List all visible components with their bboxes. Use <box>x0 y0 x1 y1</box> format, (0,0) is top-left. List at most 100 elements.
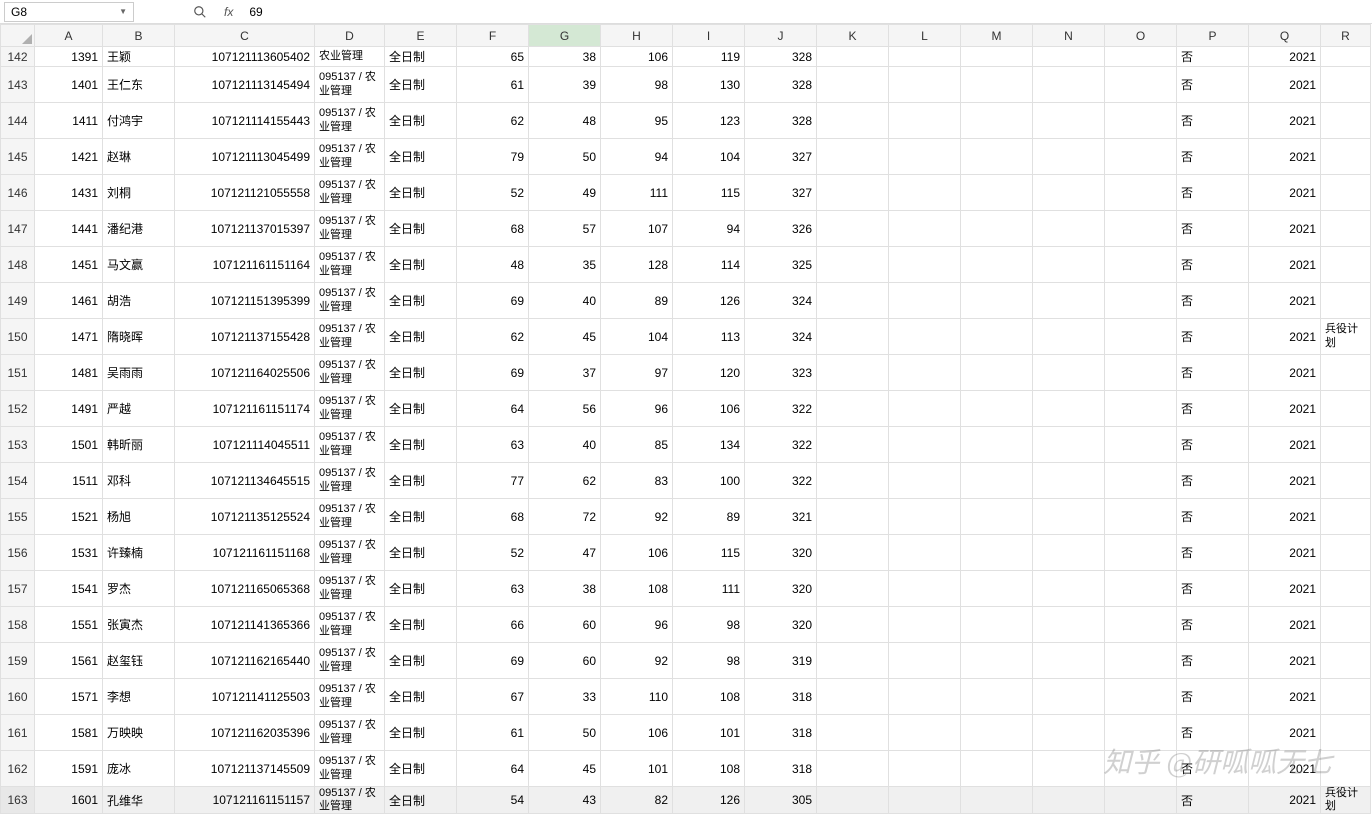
cell[interactable]: 305 <box>745 787 817 814</box>
cell[interactable]: 全日制 <box>385 679 457 715</box>
cell[interactable]: 否 <box>1177 391 1249 427</box>
cell[interactable]: 66 <box>457 607 529 643</box>
cell[interactable] <box>817 47 889 67</box>
cell[interactable]: 1521 <box>35 499 103 535</box>
cell[interactable] <box>817 715 889 751</box>
row-header[interactable]: 163 <box>1 787 35 814</box>
cell[interactable]: 40 <box>529 283 601 319</box>
cell[interactable]: 89 <box>673 499 745 535</box>
cell[interactable]: 万映映 <box>103 715 175 751</box>
cell[interactable]: 全日制 <box>385 427 457 463</box>
cell[interactable]: 96 <box>601 607 673 643</box>
cell[interactable]: 130 <box>673 67 745 103</box>
cell[interactable] <box>961 247 1033 283</box>
cell[interactable]: 323 <box>745 355 817 391</box>
cell[interactable]: 095137 / 农业管理 <box>315 535 385 571</box>
cell[interactable]: 94 <box>673 211 745 247</box>
cell[interactable]: 106 <box>601 47 673 67</box>
cell[interactable]: 108 <box>601 571 673 607</box>
cell[interactable]: 1421 <box>35 139 103 175</box>
cell[interactable]: 全日制 <box>385 355 457 391</box>
col-header-I[interactable]: I <box>673 25 745 47</box>
cell[interactable]: 60 <box>529 607 601 643</box>
cell[interactable]: 94 <box>601 139 673 175</box>
cell[interactable]: 79 <box>457 139 529 175</box>
cell[interactable] <box>817 607 889 643</box>
cell[interactable]: 322 <box>745 427 817 463</box>
col-header-L[interactable]: L <box>889 25 961 47</box>
row-header[interactable]: 142 <box>1 47 35 67</box>
table-row[interactable]: 1631601孔维华107121161151157095137 / 农业管理全日… <box>1 787 1371 814</box>
cell[interactable] <box>1105 571 1177 607</box>
cell[interactable] <box>1105 283 1177 319</box>
cell[interactable]: 全日制 <box>385 175 457 211</box>
cell[interactable]: 1571 <box>35 679 103 715</box>
cell[interactable]: 62 <box>457 103 529 139</box>
row-header[interactable]: 150 <box>1 319 35 355</box>
cell[interactable]: 095137 / 农业管理 <box>315 715 385 751</box>
cell[interactable]: 严越 <box>103 391 175 427</box>
cell[interactable]: 107121137155428 <box>175 319 315 355</box>
cell[interactable] <box>961 67 1033 103</box>
col-header-C[interactable]: C <box>175 25 315 47</box>
cell[interactable]: 邓科 <box>103 463 175 499</box>
cell[interactable]: 107121161151164 <box>175 247 315 283</box>
cell[interactable]: 110 <box>601 679 673 715</box>
cell[interactable]: 2021 <box>1249 499 1321 535</box>
cell[interactable]: 115 <box>673 535 745 571</box>
cell[interactable]: 324 <box>745 319 817 355</box>
cell[interactable]: 128 <box>601 247 673 283</box>
cell[interactable] <box>1321 499 1371 535</box>
cell[interactable] <box>817 139 889 175</box>
cell[interactable]: 全日制 <box>385 67 457 103</box>
cell[interactable] <box>817 571 889 607</box>
cell[interactable]: 1591 <box>35 751 103 787</box>
cell[interactable] <box>889 535 961 571</box>
cell[interactable]: 否 <box>1177 499 1249 535</box>
cell[interactable]: 120 <box>673 355 745 391</box>
cell[interactable] <box>889 67 961 103</box>
cell[interactable] <box>1321 103 1371 139</box>
cell[interactable]: 095137 / 农业管理 <box>315 391 385 427</box>
row-header[interactable]: 157 <box>1 571 35 607</box>
table-row[interactable]: 1491461胡浩107121151395399095137 / 农业管理全日制… <box>1 283 1371 319</box>
cell[interactable]: 104 <box>673 139 745 175</box>
cell[interactable]: 2021 <box>1249 103 1321 139</box>
cell[interactable] <box>889 211 961 247</box>
cell[interactable]: 否 <box>1177 427 1249 463</box>
cell[interactable]: 1511 <box>35 463 103 499</box>
table-row[interactable]: 1431401王仁东107121113145494095137 / 农业管理全日… <box>1 67 1371 103</box>
cell[interactable] <box>961 283 1033 319</box>
cell[interactable]: 付鸿宇 <box>103 103 175 139</box>
cell[interactable]: 1391 <box>35 47 103 67</box>
cell[interactable]: 69 <box>457 283 529 319</box>
cell[interactable] <box>889 463 961 499</box>
table-row[interactable]: 1611581万映映107121162035396095137 / 农业管理全日… <box>1 715 1371 751</box>
cell[interactable]: 322 <box>745 463 817 499</box>
cell[interactable]: 胡浩 <box>103 283 175 319</box>
cell[interactable]: 319 <box>745 643 817 679</box>
cell[interactable]: 1461 <box>35 283 103 319</box>
cell[interactable] <box>1033 67 1105 103</box>
cell[interactable]: 1431 <box>35 175 103 211</box>
cell[interactable] <box>961 463 1033 499</box>
cell[interactable]: 104 <box>601 319 673 355</box>
cell[interactable]: 107121114045511 <box>175 427 315 463</box>
cell[interactable]: 107121141125503 <box>175 679 315 715</box>
cell[interactable] <box>1105 355 1177 391</box>
cell[interactable]: 107121135125524 <box>175 499 315 535</box>
cell[interactable]: 许臻楠 <box>103 535 175 571</box>
cell[interactable]: 100 <box>673 463 745 499</box>
cell[interactable]: 095137 / 农业管理 <box>315 751 385 787</box>
cell[interactable] <box>1321 607 1371 643</box>
cell[interactable]: 否 <box>1177 463 1249 499</box>
cell[interactable]: 1531 <box>35 535 103 571</box>
cell[interactable]: 全日制 <box>385 643 457 679</box>
cell[interactable]: 095137 / 农业管理 <box>315 319 385 355</box>
cell[interactable] <box>1033 679 1105 715</box>
cell[interactable]: 320 <box>745 535 817 571</box>
cell[interactable] <box>889 319 961 355</box>
cell[interactable]: 全日制 <box>385 787 457 814</box>
cell[interactable]: 320 <box>745 571 817 607</box>
cell[interactable]: 2021 <box>1249 571 1321 607</box>
